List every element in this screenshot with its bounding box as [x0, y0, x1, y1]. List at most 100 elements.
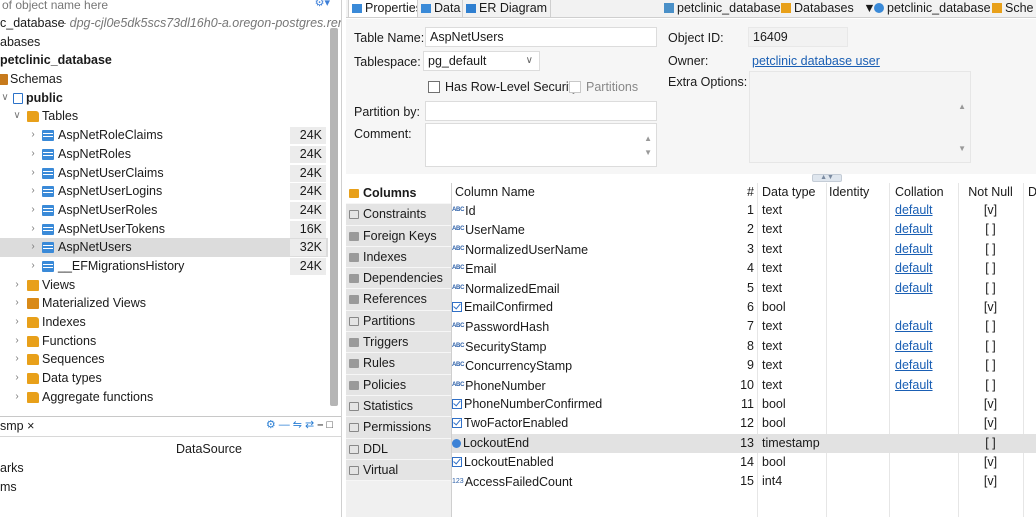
cell-collation[interactable]: default	[895, 356, 957, 375]
cell-not-null[interactable]: [ ]	[958, 317, 1023, 336]
cell-data-type[interactable]: text	[762, 317, 826, 336]
cell-not-null[interactable]: [ ]	[958, 376, 1023, 395]
tab-virtual[interactable]: Virtual	[346, 459, 451, 482]
panel-row[interactable]: arks	[0, 461, 24, 475]
cell-not-null[interactable]: [ ]	[958, 434, 1023, 453]
maximize-icon[interactable]: □	[326, 419, 336, 431]
panel-row[interactable]: ms	[0, 480, 17, 494]
chevron-right-icon[interactable]: ›	[12, 276, 22, 295]
cell-not-null[interactable]: [ ]	[958, 279, 1023, 298]
table-row[interactable]: PhoneNumberConfirmed 11 bool [v]	[452, 395, 1036, 414]
cell-not-null[interactable]: [v]	[958, 453, 1023, 472]
table-row[interactable]: ABCPhoneNumber 10 text default[ ]	[452, 376, 1036, 395]
partition-by-input[interactable]	[425, 101, 657, 121]
table-name-input[interactable]: AspNetUsers	[425, 27, 657, 47]
tree-schema-public[interactable]: ∨ public	[0, 89, 328, 108]
chevron-right-icon[interactable]: ›	[12, 350, 22, 369]
cell-identity[interactable]	[829, 472, 889, 491]
cell-collation[interactable]	[895, 472, 957, 491]
row-level-security-checkbox[interactable]: Has Row-Level Security	[428, 80, 578, 94]
tab-indexes[interactable]: Indexes	[346, 246, 451, 269]
cell-identity[interactable]	[829, 356, 889, 375]
cell-data-type[interactable]: bool	[762, 453, 826, 472]
header-data-type[interactable]: Data type	[762, 183, 826, 201]
table-row[interactable]: LockoutEnabled 14 bool [v]	[452, 453, 1036, 472]
tree-folder-indexes[interactable]: › Indexes	[0, 313, 328, 332]
chevron-right-icon[interactable]: ›	[28, 201, 38, 220]
cell-identity[interactable]	[829, 395, 889, 414]
tab-rules[interactable]: Rules	[346, 353, 451, 375]
chevron-down-icon[interactable]: ∨	[0, 89, 10, 108]
tab-columns[interactable]: Columns	[346, 183, 451, 205]
cell-data-type[interactable]: bool	[762, 414, 826, 433]
cell-identity[interactable]	[829, 414, 889, 433]
cell-identity[interactable]	[829, 298, 889, 317]
filter-icon[interactable]: ⚙▾	[315, 0, 330, 9]
cell-collation[interactable]	[895, 453, 957, 472]
cell-not-null[interactable]: [v]	[958, 298, 1023, 317]
tab-triggers[interactable]: Triggers	[346, 332, 451, 354]
tab-references[interactable]: References	[346, 289, 451, 311]
chevron-right-icon[interactable]: ›	[12, 294, 22, 313]
breadcrumb-database[interactable]: petclinic_database	[664, 0, 781, 18]
tab-foreign-keys[interactable]: Foreign Keys	[346, 225, 451, 247]
tab-properties[interactable]: Properties	[348, 0, 426, 18]
cell-identity[interactable]	[829, 376, 889, 395]
tree-table-item[interactable]: › AspNetRoles 24K	[0, 145, 328, 164]
navigator-scrollbar[interactable]	[330, 28, 338, 406]
cell-data-type[interactable]: text	[762, 356, 826, 375]
chevron-right-icon[interactable]: ›	[28, 126, 38, 145]
table-row[interactable]: ABCNormalizedUserName 3 text default[ ]	[452, 240, 1036, 259]
tablespace-select[interactable]: pg_default ∨	[423, 51, 540, 71]
cell-collation[interactable]: default	[895, 317, 957, 336]
chevron-right-icon[interactable]: ›	[28, 220, 38, 239]
tree-folder-aggregate-functions[interactable]: › Aggregate functions	[0, 388, 328, 407]
breadcrumb-schemas[interactable]: Sche	[992, 0, 1034, 18]
tree-folder-sequences[interactable]: › Sequences	[0, 350, 328, 369]
tree-database[interactable]: petclinic_database	[0, 51, 328, 70]
chevron-right-icon[interactable]: ›	[12, 313, 22, 332]
scroll-up-icon[interactable]: ▲	[958, 98, 966, 116]
tab-permissions[interactable]: Permissions	[346, 417, 451, 439]
close-icon[interactable]: ×	[27, 419, 34, 433]
tab-er-diagram[interactable]: ER Diagram	[462, 0, 552, 18]
tree-table-item-selected[interactable]: › AspNetUsers 32K	[0, 238, 328, 257]
header-not-null[interactable]: Not Null	[958, 183, 1023, 201]
tree-folder-materialized-views[interactable]: › Materialized Views	[0, 294, 328, 313]
extra-options-textarea[interactable]: ▲ ▼	[749, 71, 971, 163]
chevron-down-icon[interactable]: ∨	[12, 107, 22, 126]
header-collation[interactable]: Collation	[895, 183, 957, 201]
tree-table-item[interactable]: › AspNetUserTokens 16K	[0, 220, 328, 239]
cell-not-null[interactable]: [v]	[958, 395, 1023, 414]
cell-data-type[interactable]: text	[762, 279, 826, 298]
cell-data-type[interactable]: bool	[762, 298, 826, 317]
cell-data-type[interactable]: text	[762, 376, 826, 395]
cell-data-type[interactable]: text	[762, 201, 826, 220]
cell-not-null[interactable]: [v]	[958, 472, 1023, 491]
cell-identity[interactable]	[829, 279, 889, 298]
tree-folder-views[interactable]: › Views	[0, 276, 328, 295]
cell-collation[interactable]: default	[895, 279, 957, 298]
header-default[interactable]: D	[1028, 183, 1036, 201]
cell-collation[interactable]: default	[895, 376, 957, 395]
tab-ddl[interactable]: DDL	[346, 438, 451, 460]
chevron-right-icon[interactable]: ›	[28, 257, 38, 276]
cell-data-type[interactable]: text	[762, 337, 826, 356]
table-row[interactable]: EmailConfirmed 6 bool [v]	[452, 298, 1036, 317]
cell-collation[interactable]	[895, 395, 957, 414]
chevron-right-icon[interactable]: ›	[28, 182, 38, 201]
cell-not-null[interactable]: [ ]	[958, 356, 1023, 375]
cell-identity[interactable]	[829, 337, 889, 356]
tab-constraints[interactable]: Constraints	[346, 204, 451, 226]
header-ordinal[interactable]: #	[692, 183, 754, 201]
owner-link[interactable]: petclinic database user	[752, 54, 880, 68]
breadcrumb-databases[interactable]: Databases ▼	[781, 0, 876, 18]
cell-not-null[interactable]: [v]	[958, 414, 1023, 433]
cell-data-type[interactable]: int4	[762, 472, 826, 491]
table-row[interactable]: ABCUserName 2 text default[ ]	[452, 220, 1036, 239]
cell-identity[interactable]	[829, 434, 889, 453]
table-row[interactable]: ABCPasswordHash 7 text default[ ]	[452, 317, 1036, 336]
cell-collation[interactable]	[895, 414, 957, 433]
tree-table-item[interactable]: › AspNetUserClaims 24K	[0, 164, 328, 183]
breadcrumb-database-2[interactable]: petclinic_database	[874, 0, 991, 18]
